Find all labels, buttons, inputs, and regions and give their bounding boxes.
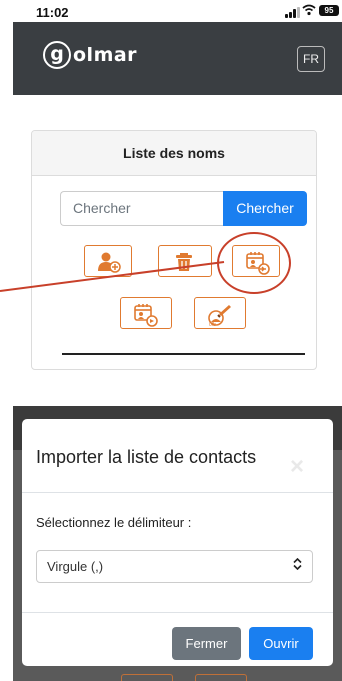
annotation-pointer-line bbox=[0, 261, 225, 292]
delimiter-select[interactable]: Virgule (,) bbox=[36, 550, 313, 583]
tutorial-page: 11:02 95 g olmar FR Liste des noms Cherc… bbox=[0, 0, 342, 681]
import-contacts-modal: Importer la liste de contacts × Sélectio… bbox=[22, 419, 333, 666]
modal-footer-divider bbox=[22, 612, 333, 613]
close-icon[interactable]: × bbox=[290, 453, 304, 481]
modal-header-divider bbox=[22, 492, 333, 493]
import-modal-screenshot: Importer la liste de contacts × Sélectio… bbox=[13, 406, 342, 681]
fermer-button[interactable]: Fermer bbox=[172, 627, 241, 660]
dimmed-icon-button bbox=[195, 674, 247, 681]
annotation-highlight-circle bbox=[217, 232, 291, 294]
delimiter-select-value: Virgule (,) bbox=[47, 559, 104, 574]
ouvrir-button[interactable]: Ouvrir bbox=[249, 627, 313, 660]
chevron-updown-icon bbox=[293, 551, 302, 582]
modal-title: Importer la liste de contacts bbox=[36, 447, 257, 467]
dimmed-icon-button bbox=[121, 674, 173, 681]
delimiter-label: Sélectionnez le délimiteur : bbox=[36, 515, 192, 530]
